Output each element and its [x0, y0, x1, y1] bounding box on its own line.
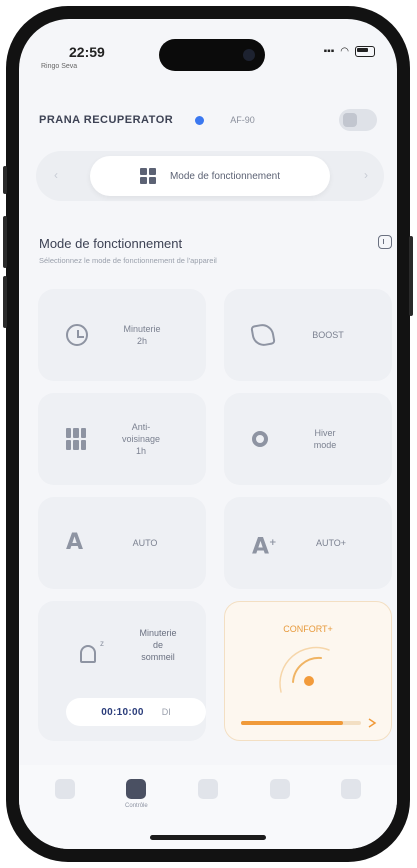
mode-card-auto[interactable]: A AUTO: [38, 497, 206, 589]
mode-card-boost[interactable]: BOOST: [224, 289, 392, 381]
device-code: AF-90: [230, 115, 255, 125]
letter-a-plus-icon: A+: [252, 534, 277, 560]
mode-label: Minuterie 2h: [123, 324, 161, 346]
tab-alerts[interactable]: [183, 779, 233, 811]
home-icon: [54, 779, 75, 799]
stats-icon: [269, 779, 290, 799]
flower-icon: [252, 431, 268, 447]
tab-settings[interactable]: [326, 779, 376, 811]
phone-frame: 22:59 Ringo Seva ▪▪▪ ◠ PRANA RECUPERATOR…: [3, 6, 413, 862]
device-name: PRANA RECUPERATOR: [39, 114, 174, 126]
bell-icon: [80, 639, 104, 663]
screen: 22:59 Ringo Seva ▪▪▪ ◠ PRANA RECUPERATOR…: [19, 19, 397, 849]
power-button: [409, 236, 413, 316]
mode-tab-bar: ‹ Mode de fonctionnement ›: [36, 151, 384, 201]
mode-label: BOOST: [312, 330, 344, 340]
mode-tab-selected[interactable]: Mode de fonctionnement: [90, 156, 330, 196]
tab-label: Contrôle: [125, 803, 148, 809]
volume-up-button: [3, 216, 7, 268]
settings-icon: [341, 779, 362, 799]
home-indicator: [150, 835, 266, 840]
grid-icon: [139, 168, 156, 184]
tab-stats[interactable]: [255, 779, 305, 811]
camera-icon: [243, 49, 255, 61]
chevron-right-icon[interactable]: ›: [364, 168, 368, 182]
battery-icon: [355, 46, 375, 57]
mode-tab-label: Mode de fonctionnement: [169, 170, 281, 182]
tab-home[interactable]: [40, 779, 90, 811]
wifi-icon: ◠: [340, 46, 349, 57]
comfort-dial: [241, 646, 377, 728]
volume-down-button: [3, 276, 7, 328]
dynamic-island: [159, 39, 265, 71]
comfort-dot: [304, 676, 314, 686]
action-button: [3, 166, 7, 194]
sleep-label: Minuterie de sommeil: [139, 628, 177, 662]
clock-icon: [66, 324, 88, 346]
mode-label: Hiver mode: [313, 428, 337, 450]
status-subtitle: Ringo Seva: [41, 63, 78, 70]
bluetooth-icon: [195, 115, 205, 125]
status-icons: ▪▪▪ ◠: [324, 46, 375, 57]
sleep-timer-display[interactable]: 00:10:00 DI: [66, 698, 206, 726]
tab-control[interactable]: Contrôle: [111, 779, 161, 811]
letter-a-icon: A: [66, 530, 84, 555]
mode-label: Anti- voisinage 1h: [121, 422, 161, 456]
comfort-slider-fill[interactable]: [241, 721, 343, 725]
section-subtitle: Sélectionnez le mode de fonctionnement d…: [39, 256, 217, 265]
sleep-timer-value: 00:10:00: [101, 706, 144, 718]
section-title: Mode de fonctionnement: [39, 236, 183, 251]
comfort-card[interactable]: CONFORT+: [224, 601, 392, 741]
control-icon: [126, 779, 147, 799]
mode-card-timer[interactable]: Minuterie 2h: [38, 289, 206, 381]
chevron-left-icon[interactable]: ‹: [54, 168, 58, 182]
rocket-icon: [250, 322, 276, 348]
mode-card-auto-plus[interactable]: A+ AUTO+: [224, 497, 392, 589]
mode-card-winter[interactable]: Hiver mode: [224, 393, 392, 485]
device-header: PRANA RECUPERATOR AF-90: [39, 107, 377, 133]
building-icon: [66, 428, 86, 450]
mode-label: AUTO+: [315, 538, 347, 548]
triangle-icon: [197, 779, 218, 799]
mode-label: AUTO: [132, 538, 158, 548]
status-time: 22:59: [69, 44, 105, 60]
power-toggle[interactable]: [339, 109, 377, 131]
sleep-timer-state: DI: [161, 707, 171, 717]
mode-card-neighbor[interactable]: Anti- voisinage 1h: [38, 393, 206, 485]
comfort-chevron-icon[interactable]: [368, 718, 377, 728]
sleep-timer-card[interactable]: Minuterie de sommeil 00:10:00 DI: [38, 601, 206, 741]
comfort-arc-outer: [279, 646, 330, 693]
info-icon[interactable]: [378, 235, 392, 249]
signal-icon: ▪▪▪: [323, 46, 335, 57]
